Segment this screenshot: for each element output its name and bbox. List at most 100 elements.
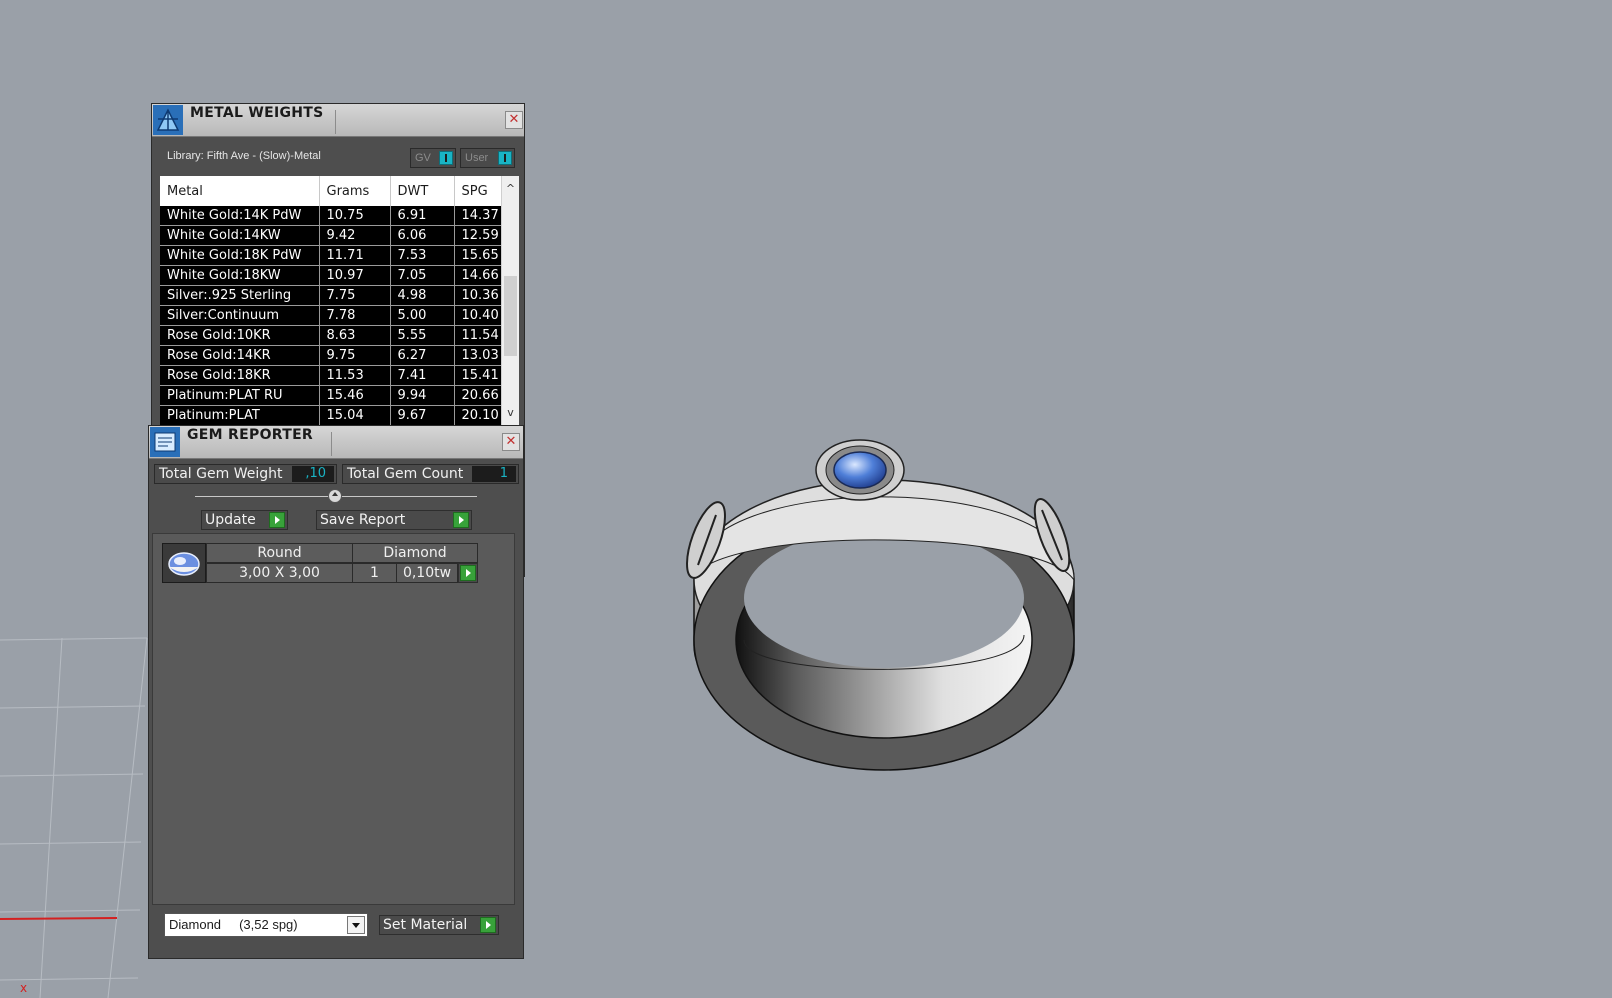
save-report-button[interactable]: Save Report	[316, 510, 472, 530]
cell-metal: White Gold:18KW	[160, 265, 320, 286]
cell-grams: 7.78	[319, 305, 391, 326]
table-header-row: Metal Grams DWT SPG	[160, 176, 501, 206]
metal-weights-title: METAL WEIGHTS	[190, 105, 324, 121]
material-select-value: Diamond (3,52 spg)	[169, 917, 298, 932]
table-row[interactable]: White Gold:14KW 9.42 6.06 12.59	[160, 225, 501, 246]
library-label: Library: Fifth Ave - (Slow)-Metal	[167, 150, 321, 162]
play-arrow-icon	[460, 565, 476, 581]
cell-dwt: 5.00	[390, 305, 455, 326]
cell-grams: 15.46	[319, 385, 391, 406]
play-arrow-icon	[269, 512, 285, 528]
table-row[interactable]: Rose Gold:18KR 11.53 7.41 15.41	[160, 365, 501, 386]
gem-material-header: Diamond	[352, 543, 478, 563]
gem-size-cell[interactable]: 3,00 X 3,00	[206, 563, 353, 583]
set-material-button-label: Set Material	[383, 917, 468, 933]
cell-dwt: 7.05	[390, 265, 455, 286]
total-gem-weight: Total Gem Weight ,10	[154, 464, 337, 484]
cell-metal: Silver:.925 Sterling	[160, 285, 320, 306]
table-row[interactable]: Silver:Continuum 7.78 5.00 10.40	[160, 305, 501, 326]
user-toggle[interactable]: User	[460, 148, 515, 168]
close-button[interactable]: ✕	[505, 111, 523, 129]
column-header-metal[interactable]: Metal	[160, 176, 320, 206]
play-arrow-icon	[480, 917, 496, 933]
ring-model[interactable]	[680, 430, 1100, 800]
gemstone	[833, 451, 887, 489]
column-header-dwt[interactable]: DWT	[390, 176, 455, 206]
gem-report-icon	[150, 427, 180, 457]
viewport-grid: x	[0, 637, 148, 998]
gem-reporter-titlebar[interactable]: GEM REPORTER ✕	[149, 426, 523, 459]
cell-metal: White Gold:14KW	[160, 225, 320, 246]
cell-grams: 11.53	[319, 365, 391, 386]
cell-grams: 10.97	[319, 265, 391, 286]
user-toggle-label: User	[465, 152, 489, 164]
scroll-up-icon[interactable]: ^	[502, 180, 519, 198]
round-gem-icon	[168, 552, 200, 576]
gem-reporter-title: GEM REPORTER	[187, 427, 314, 443]
cell-dwt: 9.67	[390, 405, 455, 426]
cell-dwt: 6.06	[390, 225, 455, 246]
cell-spg: 13.03	[454, 345, 501, 366]
cell-dwt: 6.91	[390, 206, 455, 226]
column-header-grams[interactable]: Grams	[319, 176, 391, 206]
table-row[interactable]: Platinum:PLAT RU 15.46 9.94 20.66	[160, 385, 501, 406]
cell-spg: 10.40	[454, 305, 501, 326]
cell-metal: Rose Gold:14KR	[160, 345, 320, 366]
total-gem-count: Total Gem Count 1	[342, 464, 519, 484]
table-row[interactable]: White Gold:18KW 10.97 7.05 14.66	[160, 265, 501, 286]
toggle-indicator-icon	[439, 151, 453, 165]
x-axis-line	[0, 917, 118, 920]
gem-thumbnail[interactable]	[162, 543, 206, 583]
set-material-button[interactable]: Set Material	[379, 915, 499, 935]
cell-grams: 9.75	[319, 345, 391, 366]
table-row[interactable]: White Gold:14K PdW 10.75 6.91 14.37	[160, 206, 501, 226]
cell-grams: 9.42	[319, 225, 391, 246]
cell-spg: 14.66	[454, 265, 501, 286]
gem-shape-header: Round	[206, 543, 353, 563]
toggle-indicator-icon	[498, 151, 512, 165]
material-select[interactable]: Diamond (3,52 spg)	[164, 913, 368, 937]
cell-metal: Platinum:PLAT RU	[160, 385, 320, 406]
update-button[interactable]: Update	[201, 510, 288, 530]
scale-icon	[153, 105, 183, 135]
scroll-down-icon[interactable]: v	[502, 404, 519, 422]
table-row[interactable]: White Gold:18K PdW 11.71 7.53 15.65	[160, 245, 501, 266]
play-arrow-icon	[453, 512, 469, 528]
cell-metal: Rose Gold:18KR	[160, 365, 320, 386]
total-gem-weight-label: Total Gem Weight	[159, 466, 283, 482]
titlebar-separator	[335, 110, 336, 134]
chevron-down-icon[interactable]	[347, 916, 365, 934]
update-button-label: Update	[205, 512, 256, 528]
cell-spg: 10.36	[454, 285, 501, 306]
cell-grams: 8.63	[319, 325, 391, 346]
cell-metal: White Gold:14K PdW	[160, 206, 320, 226]
cell-metal: Silver:Continuum	[160, 305, 320, 326]
cell-spg: 20.10	[454, 405, 501, 426]
table-row[interactable]: Rose Gold:14KR 9.75 6.27 13.03	[160, 345, 501, 366]
gem-row-go-button[interactable]	[458, 563, 478, 583]
slider-handle-icon[interactable]	[328, 489, 342, 503]
cell-spg: 12.59	[454, 225, 501, 246]
cell-dwt: 5.55	[390, 325, 455, 346]
titlebar-separator	[331, 432, 332, 456]
cell-metal: Platinum:PLAT	[160, 405, 320, 426]
cell-spg: 11.54	[454, 325, 501, 346]
gem-weight-cell[interactable]: 0,10tw	[396, 563, 458, 583]
column-header-spg[interactable]: SPG	[454, 176, 501, 206]
gv-toggle[interactable]: GV	[410, 148, 456, 168]
gem-count-cell[interactable]: 1	[352, 563, 397, 583]
metal-table: Metal Grams DWT SPG White Gold:14K PdW 10…	[160, 176, 501, 426]
scrollbar-thumb[interactable]	[504, 276, 517, 356]
cell-grams: 11.71	[319, 245, 391, 266]
metal-weights-titlebar[interactable]: METAL WEIGHTS ✕	[152, 104, 524, 137]
table-row[interactable]: Silver:.925 Sterling 7.75 4.98 10.36	[160, 285, 501, 306]
x-axis-label: x	[20, 981, 27, 995]
total-gem-count-label: Total Gem Count	[347, 466, 464, 482]
gem-list: Round Diamond 3,00 X 3,00 1 0,10tw	[152, 533, 515, 905]
table-row[interactable]: Rose Gold:10KR 8.63 5.55 11.54	[160, 325, 501, 346]
cell-spg: 20.66	[454, 385, 501, 406]
table-row[interactable]: Platinum:PLAT 15.04 9.67 20.10	[160, 405, 501, 426]
gem-reporter-panel: GEM REPORTER ✕ Total Gem Weight ,10 Tota…	[148, 425, 524, 959]
close-button[interactable]: ✕	[502, 433, 520, 451]
metal-table-scrollbar[interactable]: ^ v	[501, 176, 519, 426]
